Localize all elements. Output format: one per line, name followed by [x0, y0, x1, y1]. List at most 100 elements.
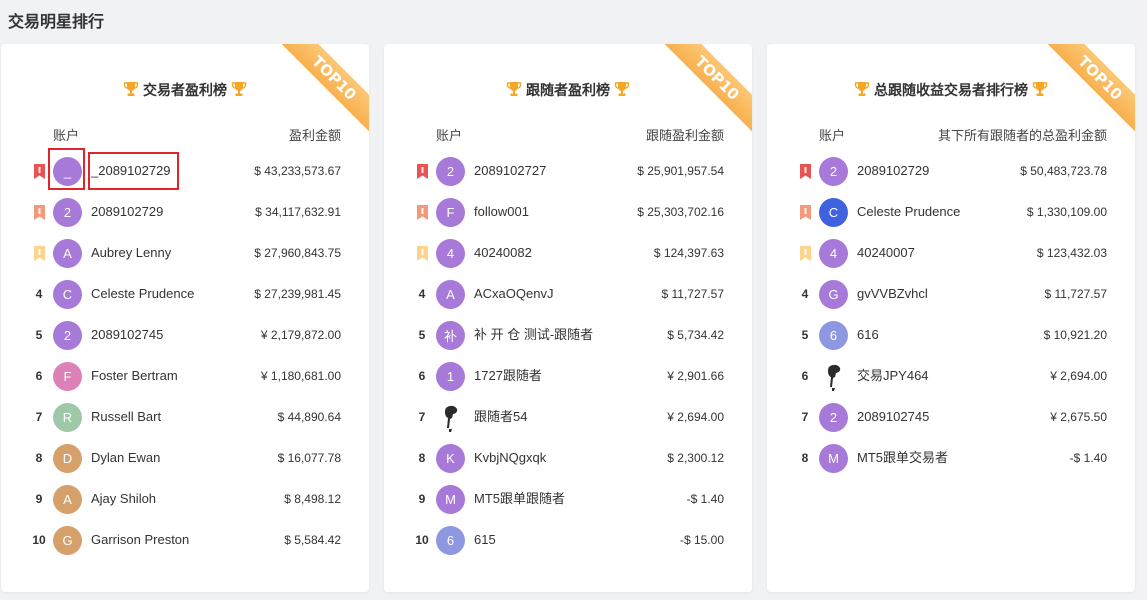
- account-name[interactable]: 补 开 仓 测试-跟随者: [474, 319, 593, 351]
- avatar: M: [819, 444, 848, 473]
- table-row[interactable]: 10 G Garrison Preston $ 5,584.42: [1, 524, 369, 565]
- highlight-box-account-name: [88, 152, 179, 190]
- account-name[interactable]: 616: [857, 319, 879, 351]
- table-row[interactable]: 5补补 开 仓 测试-跟随者 $ 5,734.42: [384, 319, 752, 360]
- table-row[interactable]: 8 D Dylan Ewan $ 16,077.78: [1, 442, 369, 483]
- rank-number: 8: [35, 451, 43, 465]
- rank-2-medal-icon: [793, 196, 817, 228]
- account-name[interactable]: Garrison Preston: [91, 524, 189, 556]
- account-name[interactable]: Dylan Ewan: [91, 442, 160, 474]
- table-row[interactable]: 2 2089102727 $ 25,901,957.54: [384, 155, 752, 196]
- table-row[interactable]: 7 R Russell Bart $ 44,890.64: [1, 401, 369, 442]
- avatar: 2: [53, 198, 82, 227]
- card-title: 交易者盈利榜: [1, 80, 369, 101]
- profit-amount: $ 10,921.20: [1043, 328, 1107, 342]
- account-name[interactable]: ACxaOQenvJ: [474, 278, 553, 310]
- account-name[interactable]: Foster Bertram: [91, 360, 178, 392]
- account-name[interactable]: follow001: [474, 196, 529, 228]
- table-row[interactable]: 6 F Foster Bertram ¥ 1,180,681.00: [1, 360, 369, 401]
- account-name[interactable]: 2089102745: [91, 319, 163, 351]
- table-row[interactable]: 7 2 2089102745 ¥ 2,675.50: [767, 401, 1135, 442]
- table-row[interactable]: 5 2 2089102745 ¥ 2,179,872.00: [1, 319, 369, 360]
- trophy-icon: [614, 81, 630, 101]
- profit-amount: -$ 15.00: [679, 533, 724, 547]
- table-row[interactable]: 7 跟随者54 ¥ 2,694.00: [384, 401, 752, 442]
- account-name[interactable]: KvbjNQgxqk: [474, 442, 546, 474]
- account-name[interactable]: Celeste Prudence: [857, 196, 960, 228]
- avatar: C: [53, 280, 82, 309]
- account-name[interactable]: 交易JPY464: [857, 360, 929, 392]
- account-name[interactable]: 2089102729: [91, 196, 163, 228]
- profit-amount: $ 50,483,723.78: [1020, 164, 1107, 178]
- table-row[interactable]: 2 2089102729 $ 50,483,723.78: [767, 155, 1135, 196]
- account-name[interactable]: gvVVBZvhcl: [857, 278, 928, 310]
- table-row[interactable]: 4 40240007 $ 123,432.03: [767, 237, 1135, 278]
- account-name[interactable]: 2089102745: [857, 401, 929, 433]
- table-row[interactable]: 6 交易JPY464 ¥ 2,694.00: [767, 360, 1135, 401]
- avatar: D: [53, 444, 82, 473]
- table-row[interactable]: Ffollow001 $ 25,303,702.16: [384, 196, 752, 237]
- avatar: 6: [436, 526, 465, 555]
- column-header-amount: 跟随盈利金额: [645, 128, 724, 143]
- column-header-account: 账户: [819, 128, 846, 143]
- rank-number: 6: [801, 369, 809, 383]
- account-name[interactable]: Russell Bart: [91, 401, 161, 433]
- table-row[interactable]: 10 6 615 -$ 15.00: [384, 524, 752, 565]
- rank-3-medal-icon: [410, 237, 434, 269]
- profit-amount: $ 123,432.03: [1036, 246, 1107, 260]
- card-title-text: 跟随者盈利榜: [526, 82, 610, 98]
- rank-number: 10: [415, 533, 429, 547]
- table-row[interactable]: 8 K KvbjNQgxqk $ 2,300.12: [384, 442, 752, 483]
- rank-number: 8: [801, 451, 809, 465]
- account-name[interactable]: 2089102727: [474, 155, 546, 187]
- card-title-text: 交易者盈利榜: [143, 82, 227, 98]
- table-row[interactable]: 4 40240082 $ 124,397.63: [384, 237, 752, 278]
- leaderboard-card: TOP10 跟随者盈利榜 账户 跟随盈利金额 2 2089102727 $ 25,901,9…: [384, 44, 752, 592]
- profit-amount: $ 43,233,573.67: [254, 164, 341, 178]
- profit-amount: $ 27,239,981.45: [254, 287, 341, 301]
- table-row[interactable]: A Aubrey Lenny $ 27,960,843.75: [1, 237, 369, 278]
- trophy-icon: [506, 81, 522, 101]
- table-row[interactable]: 4 A ACxaOQenvJ $ 11,727.57: [384, 278, 752, 319]
- account-name[interactable]: 1727跟随者: [474, 360, 542, 392]
- account-name[interactable]: 615: [474, 524, 496, 556]
- account-name[interactable]: Celeste Prudence: [91, 278, 194, 310]
- account-name[interactable]: Aubrey Lenny: [91, 237, 171, 269]
- avatar: G: [819, 280, 848, 309]
- avatar: C: [819, 198, 848, 227]
- profit-amount: ¥ 2,694.00: [1050, 369, 1107, 383]
- rank-1-medal-icon: [410, 155, 434, 187]
- profit-amount: $ 16,077.78: [277, 451, 341, 465]
- account-name[interactable]: MT5跟单交易者: [857, 442, 948, 474]
- table-row[interactable]: 8 M MT5跟单交易者 -$ 1.40: [767, 442, 1135, 483]
- rank-number: 5: [35, 328, 43, 342]
- table-row[interactable]: 4 GgvVVBZvhcl $ 11,727.57: [767, 278, 1135, 319]
- table-row[interactable]: 9 M MT5跟单跟随者 -$ 1.40: [384, 483, 752, 524]
- account-name[interactable]: 跟随者54: [474, 401, 527, 433]
- table-row[interactable]: 2 2089102729 $ 34,117,632.91: [1, 196, 369, 237]
- avatar: 2: [53, 321, 82, 350]
- table-row[interactable]: 5 6 616 $ 10,921.20: [767, 319, 1135, 360]
- avatar: A: [53, 485, 82, 514]
- avatar: A: [53, 239, 82, 268]
- account-name[interactable]: 40240007: [857, 237, 915, 269]
- rank-3-medal-icon: [27, 237, 51, 269]
- rank-number: 5: [801, 328, 809, 342]
- account-name[interactable]: 40240082: [474, 237, 532, 269]
- column-header-account: 账户: [53, 128, 80, 143]
- profit-amount: $ 5,584.42: [284, 533, 341, 547]
- column-header-account: 账户: [436, 128, 463, 143]
- rank-1-medal-icon: [793, 155, 817, 187]
- rank-number: 6: [35, 369, 43, 383]
- table-row[interactable]: C Celeste Prudence $ 1,330,109.00: [767, 196, 1135, 237]
- table-row[interactable]: 9 A Ajay Shiloh $ 8,498.12: [1, 483, 369, 524]
- rank-number: 8: [418, 451, 426, 465]
- account-name[interactable]: Ajay Shiloh: [91, 483, 156, 515]
- table-row[interactable]: 4 C Celeste Prudence $ 27,239,981.45: [1, 278, 369, 319]
- rank-number: 4: [418, 287, 426, 301]
- avatar: 6: [819, 321, 848, 350]
- avatar: 1: [436, 362, 465, 391]
- account-name[interactable]: 2089102729: [857, 155, 929, 187]
- account-name[interactable]: MT5跟单跟随者: [474, 483, 565, 515]
- table-row[interactable]: 6 1 1727跟随者 ¥ 2,901.66: [384, 360, 752, 401]
